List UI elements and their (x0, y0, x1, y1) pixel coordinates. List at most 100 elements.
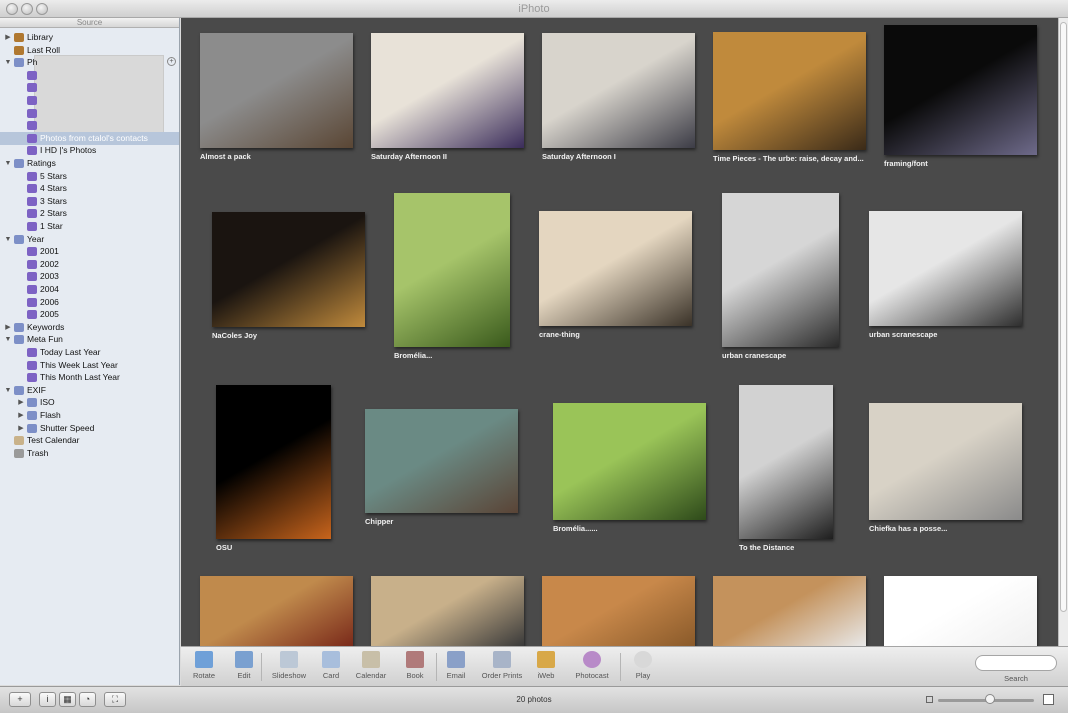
edit-button[interactable]: Edit (227, 651, 261, 685)
photo-thumbnail[interactable] (869, 403, 1022, 520)
photo-thumbnail[interactable] (542, 33, 695, 148)
rotate-button[interactable]: Rotate (187, 651, 221, 685)
sidebar-item[interactable] (0, 94, 179, 107)
photo-caption[interactable]: Saturday Afternoon I (542, 152, 616, 161)
photo-caption[interactable]: Bromélia...... (553, 524, 598, 533)
photo-thumbnail[interactable] (713, 576, 866, 646)
iweb-button[interactable]: iWeb (529, 651, 563, 685)
photo-thumbnail[interactable] (200, 576, 353, 646)
photo-thumbnail[interactable] (884, 576, 1037, 646)
card-button[interactable]: Card (314, 651, 348, 685)
disclosure-closed-icon[interactable]: ▶ (4, 321, 12, 334)
photo-caption[interactable]: To the Distance (739, 543, 794, 552)
sidebar-item[interactable]: Test Calendar (0, 434, 179, 447)
photo-caption[interactable]: OSU (216, 543, 232, 552)
sidebar-item[interactable]: 1 Star (0, 220, 179, 233)
photo-thumbnail[interactable] (365, 409, 518, 513)
sidebar-item[interactable]: 2004 (0, 283, 179, 296)
sidebar-item[interactable]: 5 Stars (0, 170, 179, 183)
photo-thumbnail[interactable] (394, 193, 510, 347)
sidebar-item[interactable]: 2005 (0, 308, 179, 321)
sidebar-item[interactable]: Photos from ctalol's contacts (0, 131, 179, 145)
sidebar-item[interactable]: ▼ EXIF (0, 384, 179, 397)
disclosure-open-icon[interactable]: ▼ (4, 333, 12, 346)
book-button[interactable]: Book (398, 651, 432, 685)
photo-caption[interactable]: NaColes Joy (212, 331, 257, 340)
sidebar-item[interactable]: Last Roll (0, 44, 179, 57)
photo-thumbnail[interactable] (713, 32, 866, 150)
photocast-button[interactable]: Photocast (570, 651, 614, 685)
sidebar-item[interactable] (0, 107, 179, 120)
vertical-scrollbar[interactable] (1058, 18, 1068, 646)
photo-thumbnail[interactable] (542, 576, 695, 646)
sidebar-item[interactable]: 2006 (0, 296, 179, 309)
play-button[interactable]: Play (628, 651, 658, 685)
sidebar-item[interactable]: I HD |'s Photos (0, 144, 179, 157)
slider-knob[interactable] (985, 694, 995, 704)
sidebar-item[interactable] (0, 119, 179, 132)
sidebar-item[interactable]: ▼ Meta Fun (0, 333, 179, 346)
sidebar-item[interactable]: 3 Stars (0, 195, 179, 208)
sidebar-item[interactable]: 2 Stars (0, 207, 179, 220)
search-input[interactable] (975, 655, 1057, 671)
photo-thumbnail[interactable] (722, 193, 839, 347)
photo-thumbnail[interactable] (216, 385, 331, 539)
photo-caption[interactable]: Almost a pack (200, 152, 251, 161)
disclosure-closed-icon[interactable]: ▶ (17, 409, 25, 422)
sidebar-item[interactable]: ▶ Library (0, 31, 179, 44)
sidebar-item[interactable]: ▶ Keywords (0, 321, 179, 334)
calendar-button[interactable]: Calendar (351, 651, 391, 685)
source-sidebar[interactable]: Source + ▶ Library Last Roll ▼ Ph Photos from… (0, 18, 180, 685)
photo-caption[interactable]: Bromélia... (394, 351, 432, 360)
sidebar-item[interactable]: ▶ Flash (0, 409, 179, 422)
photo-thumbnail[interactable] (212, 212, 365, 327)
disclosure-closed-icon[interactable]: ▶ (17, 396, 25, 409)
photo-caption[interactable]: urban cranescape (722, 351, 786, 360)
title-bar: iPhoto (0, 0, 1068, 18)
photo-caption[interactable]: urban scranescape (869, 330, 937, 339)
photo-thumbnail[interactable] (371, 576, 524, 646)
scrollbar-thumb[interactable] (1060, 22, 1067, 612)
photo-caption[interactable]: Time Pieces - The urbe: raise, decay and… (713, 154, 864, 163)
sidebar-item[interactable]: 2003 (0, 270, 179, 283)
photo-thumbnail[interactable] (553, 403, 706, 520)
photo-thumbnail[interactable] (371, 33, 524, 148)
photo-thumbnail[interactable] (869, 211, 1022, 326)
sidebar-item[interactable]: Today Last Year (0, 346, 179, 359)
order-prints-button[interactable]: Order Prints (477, 651, 527, 685)
sidebar-item-label: 2006 (40, 296, 59, 307)
disclosure-open-icon[interactable]: ▼ (4, 157, 12, 170)
sidebar-item[interactable]: This Week Last Year (0, 359, 179, 372)
disclosure-open-icon[interactable]: ▼ (4, 384, 12, 397)
photo-grid[interactable]: Almost a pack Saturday Afternoon II Saturd… (181, 18, 1058, 646)
disclosure-closed-icon[interactable]: ▶ (4, 31, 12, 44)
sidebar-item[interactable]: Trash (0, 447, 179, 460)
email-button[interactable]: Email (439, 651, 473, 685)
photo-caption[interactable]: Chipper (365, 517, 393, 526)
sidebar-item[interactable]: ▶ Shutter Speed (0, 422, 179, 435)
photo-thumbnail[interactable] (739, 385, 833, 539)
photo-caption[interactable]: Chiefka has a posse... (869, 524, 947, 533)
photo-caption[interactable]: framing/font (884, 159, 928, 168)
sidebar-item[interactable]: This Month Last Year (0, 371, 179, 384)
disclosure-open-icon[interactable]: ▼ (4, 56, 12, 69)
photo-thumbnail[interactable] (200, 33, 353, 148)
disclosure-closed-icon[interactable]: ▶ (17, 422, 25, 435)
sidebar-item[interactable] (0, 81, 179, 94)
sidebar-item[interactable] (0, 69, 179, 82)
sidebar-item[interactable]: ▼ Year (0, 233, 179, 246)
photo-caption[interactable]: crane-thing (539, 330, 580, 339)
disclosure-open-icon[interactable]: ▼ (4, 233, 12, 246)
sidebar-item[interactable]: ▼ Ratings (0, 157, 179, 170)
sidebar-item[interactable]: 4 Stars (0, 182, 179, 195)
sidebar-item[interactable]: ▼ Ph (0, 56, 179, 69)
sidebar-item[interactable]: 2002 (0, 258, 179, 271)
sidebar-item-label: Meta Fun (27, 334, 63, 345)
photo-caption[interactable]: Saturday Afternoon II (371, 152, 447, 161)
large-size-icon (1043, 694, 1054, 705)
sidebar-item[interactable]: ▶ ISO (0, 396, 179, 409)
photo-thumbnail[interactable] (539, 211, 692, 326)
photo-thumbnail[interactable] (884, 25, 1037, 155)
slideshow-button[interactable]: Slideshow (267, 651, 311, 685)
sidebar-item[interactable]: 2001 (0, 245, 179, 258)
